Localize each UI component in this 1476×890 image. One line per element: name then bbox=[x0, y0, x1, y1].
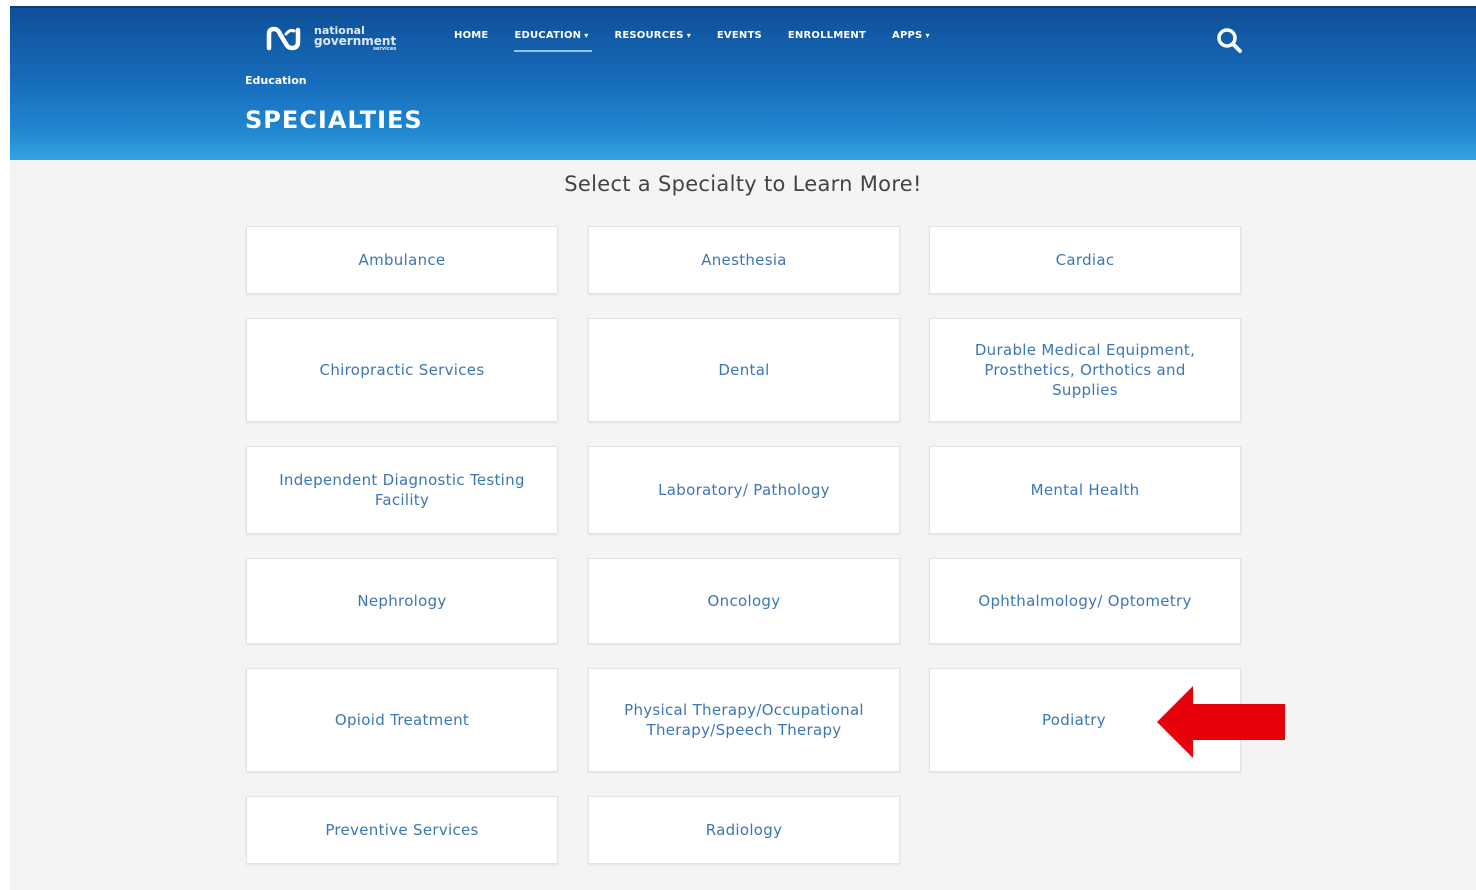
nav-home[interactable]: HOME bbox=[454, 28, 488, 52]
specialty-card-cardiac[interactable]: Cardiac bbox=[929, 226, 1241, 294]
specialty-card-anesthesia[interactable]: Anesthesia bbox=[588, 226, 900, 294]
specialty-label: Oncology bbox=[707, 592, 781, 610]
ngs-logo-icon bbox=[266, 26, 301, 51]
nav-resources[interactable]: RESOURCES ▾ bbox=[614, 28, 690, 52]
chevron-down-icon: ▾ bbox=[584, 31, 589, 40]
chevron-down-icon: ▾ bbox=[925, 31, 930, 40]
specialty-card-nephrology[interactable]: Nephrology bbox=[246, 558, 558, 644]
nav-apps-label: APPS bbox=[892, 30, 923, 41]
nav-resources-label: RESOURCES bbox=[614, 30, 684, 41]
header-top-line bbox=[10, 6, 1476, 8]
specialty-label: Mental Health bbox=[1030, 481, 1140, 499]
specialty-label: Nephrology bbox=[357, 592, 447, 610]
brand-logo[interactable]: national government services bbox=[266, 25, 397, 52]
brand-name: national government services bbox=[314, 25, 397, 52]
specialty-card-laboratory[interactable]: Laboratory/ Pathology bbox=[588, 446, 900, 534]
nav-enrollment[interactable]: ENROLLMENT bbox=[788, 28, 866, 52]
search-icon[interactable] bbox=[1213, 26, 1247, 54]
brand-line-2: government bbox=[314, 34, 397, 48]
nav-events-label: EVENTS bbox=[716, 30, 762, 41]
nav-enrollment-label: ENROLLMENT bbox=[787, 30, 867, 41]
main-nav: HOME EDUCATION ▾ RESOURCES ▾ EVENTS ENROLL… bbox=[454, 28, 956, 52]
nav-home-label: HOME bbox=[454, 30, 489, 41]
specialty-label: Durable Medical Equipment, Prosthetics, … bbox=[974, 341, 1196, 399]
specialty-label: Radiology bbox=[705, 821, 783, 839]
specialty-card-ambulance[interactable]: Ambulance bbox=[246, 226, 558, 294]
specialty-card-opioid-treatment[interactable]: Opioid Treatment bbox=[246, 668, 558, 772]
specialty-label: Laboratory/ Pathology bbox=[658, 481, 830, 499]
specialty-label: Dental bbox=[718, 361, 770, 379]
specialty-card-radiology[interactable]: Radiology bbox=[588, 796, 900, 864]
specialty-label: Ophthalmology/ Optometry bbox=[978, 592, 1192, 610]
specialty-card-dental[interactable]: Dental bbox=[588, 318, 900, 422]
chevron-down-icon: ▾ bbox=[686, 31, 691, 40]
specialty-card-mental-health[interactable]: Mental Health bbox=[929, 446, 1241, 534]
specialty-label: Physical Therapy/Occupational Therapy/Sp… bbox=[624, 701, 864, 739]
specialty-card-therapy[interactable]: Physical Therapy/Occupational Therapy/Sp… bbox=[588, 668, 900, 772]
specialty-label: Chiropractic Services bbox=[319, 361, 485, 379]
nav-events[interactable]: EVENTS bbox=[717, 28, 762, 52]
specialty-label: Anesthesia bbox=[701, 251, 787, 269]
specialty-card-chiropractic[interactable]: Chiropractic Services bbox=[246, 318, 558, 422]
site-header: national government services HOME EDUCAT… bbox=[10, 6, 1476, 160]
specialty-label: Ambulance bbox=[358, 251, 446, 269]
specialty-label: Cardiac bbox=[1055, 251, 1115, 269]
specialty-label: Opioid Treatment bbox=[334, 711, 470, 729]
specialty-card-oncology[interactable]: Oncology bbox=[588, 558, 900, 644]
specialty-card-dmepos[interactable]: Durable Medical Equipment, Prosthetics, … bbox=[929, 318, 1241, 422]
arrow-left-icon bbox=[1157, 686, 1285, 758]
browser-viewport: national government services HOME EDUCAT… bbox=[10, 6, 1476, 890]
specialty-card-idtf[interactable]: Independent Diagnostic Testing Facility bbox=[246, 446, 558, 534]
specialty-label: Podiatry bbox=[1042, 711, 1106, 729]
breadcrumb[interactable]: Education bbox=[245, 74, 307, 87]
nav-apps[interactable]: APPS ▾ bbox=[892, 28, 930, 52]
specialty-label: Independent Diagnostic Testing Facility bbox=[279, 471, 525, 509]
specialty-card-preventive[interactable]: Preventive Services bbox=[246, 796, 558, 864]
specialty-label: Preventive Services bbox=[325, 821, 479, 839]
nav-education-label: EDUCATION bbox=[514, 30, 582, 41]
page-title: SPECIALTIES bbox=[245, 106, 423, 134]
nav-education[interactable]: EDUCATION ▾ bbox=[514, 28, 593, 52]
section-subtitle: Select a Specialty to Learn More! bbox=[564, 172, 922, 196]
specialty-card-ophthalmology[interactable]: Ophthalmology/ Optometry bbox=[929, 558, 1241, 644]
